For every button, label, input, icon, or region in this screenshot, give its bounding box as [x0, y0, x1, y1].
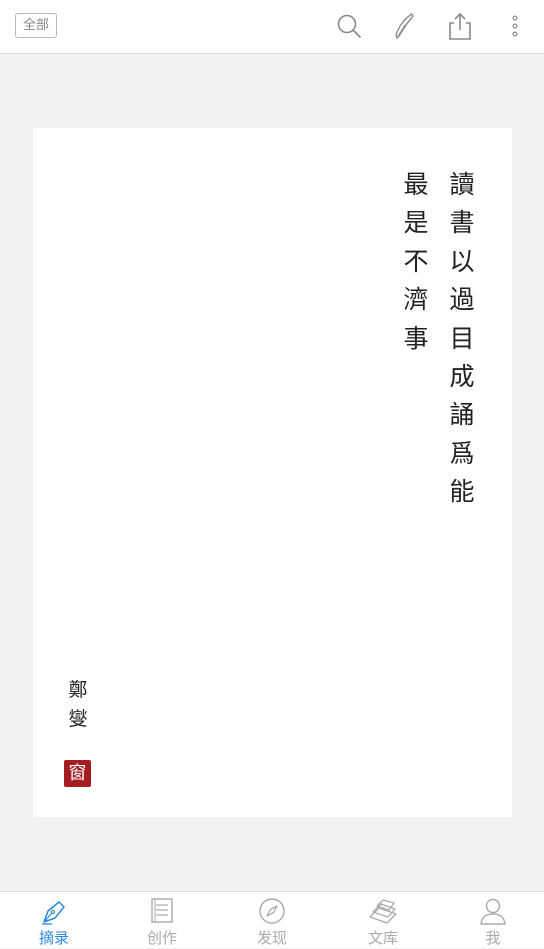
tab-discover[interactable]: 发现: [218, 892, 326, 949]
books-icon: [367, 896, 399, 926]
share-icon[interactable]: [445, 11, 475, 41]
author-name: 鄭 燮: [65, 676, 91, 734]
compass-icon: [256, 896, 288, 926]
more-icon[interactable]: [500, 11, 530, 41]
tab-excerpts[interactable]: 摘录: [0, 892, 108, 949]
tab-library[interactable]: 文库: [329, 892, 437, 949]
quote-char: 以: [449, 246, 475, 276]
pen-icon[interactable]: [389, 11, 419, 41]
quote-char: 過: [449, 285, 475, 315]
quote-char: 成: [449, 361, 475, 391]
quote-char: 不: [403, 246, 429, 276]
quote-char: 誦: [449, 400, 475, 430]
author-char: 燮: [68, 708, 88, 730]
quote-column-2: 最 是 不 濟 事: [398, 166, 434, 358]
bottom-tab-bar: 摘录 创作 发现 文库 我: [0, 891, 544, 948]
tab-label: 创作: [146, 929, 177, 947]
top-toolbar: 全部: [0, 0, 544, 54]
quote-char: 事: [403, 323, 429, 353]
quote-char: 讀: [449, 170, 475, 199]
quote-char: 濟: [403, 285, 429, 315]
quote-char: 能: [449, 477, 475, 507]
quote-char: 目: [449, 323, 475, 353]
user-icon: [477, 896, 509, 926]
tab-me[interactable]: 我: [439, 892, 544, 949]
quote-char: 最: [403, 170, 429, 199]
quote-char: 書: [449, 208, 475, 238]
tab-label: 文库: [367, 929, 398, 947]
quote-column-1: 讀 書 以 過 目 成 誦 爲 能: [444, 166, 480, 512]
search-icon[interactable]: [334, 11, 364, 41]
author-char: 鄭: [68, 679, 88, 701]
tab-label: 我: [485, 929, 501, 947]
tab-label: 摘录: [38, 929, 69, 947]
tab-label: 发现: [256, 929, 287, 947]
notebook-icon: [146, 896, 178, 926]
seal-stamp: 窗: [64, 760, 91, 787]
pen-nib-icon: [38, 896, 70, 926]
quote-char: 是: [403, 208, 429, 238]
quote-card[interactable]: 讀 書 以 過 目 成 誦 爲 能 最 是 不 濟 事 鄭 燮 窗: [33, 128, 512, 817]
filter-all-button[interactable]: 全部: [15, 13, 57, 38]
quote-char: 爲: [449, 438, 475, 468]
tab-create[interactable]: 创作: [108, 892, 216, 949]
